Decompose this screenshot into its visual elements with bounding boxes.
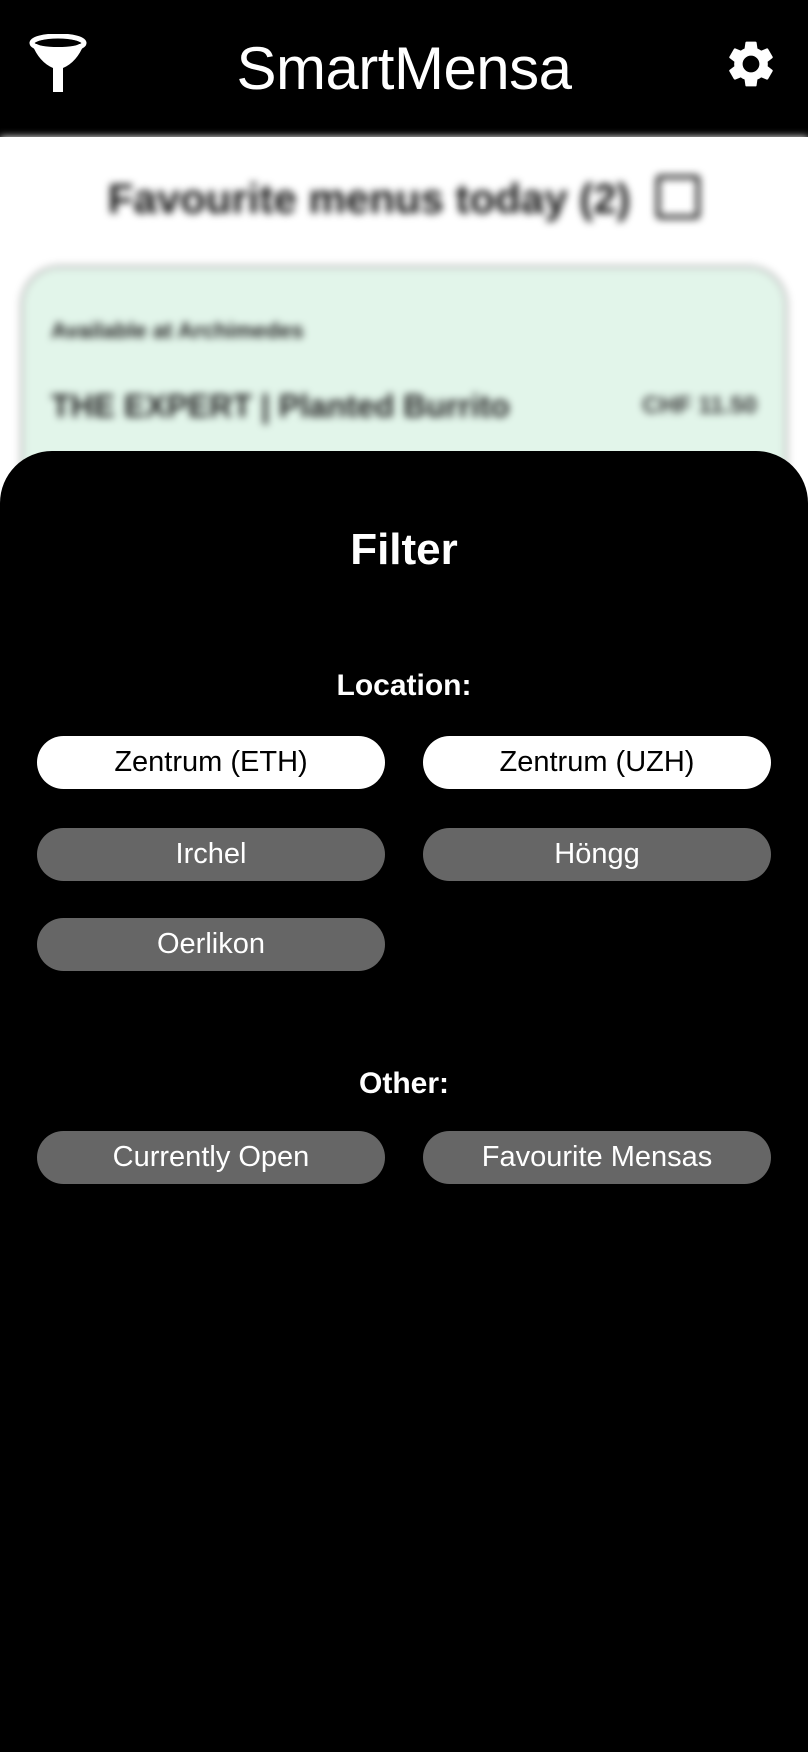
- background-content: Favourite menus today (2) Available at A…: [0, 137, 808, 525]
- app-title: SmartMensa: [236, 35, 572, 102]
- menu-name: THE EXPERT | Planted Burrito: [51, 388, 510, 424]
- chip-zentrum-uzh[interactable]: Zentrum (UZH): [423, 736, 771, 789]
- other-label: Other:: [359, 1067, 449, 1100]
- chip-hoengg[interactable]: Höngg: [423, 828, 771, 881]
- app-bar: SmartMensa: [0, 0, 808, 137]
- menu-availability: Available at Archimedes: [51, 318, 304, 343]
- filter-button[interactable]: [27, 32, 89, 96]
- chip-zentrum-eth[interactable]: Zentrum (ETH): [37, 736, 385, 789]
- settings-button[interactable]: [722, 34, 780, 94]
- favourites-heading: Favourite menus today (2): [0, 175, 808, 223]
- chip-currently-open[interactable]: Currently Open: [37, 1131, 385, 1184]
- screen: SmartMensa Favourite menus today (2) Ava…: [0, 0, 808, 1752]
- filter-title: Filter: [350, 525, 458, 574]
- chip-irchel[interactable]: Irchel: [37, 828, 385, 881]
- gear-icon: [729, 41, 773, 87]
- chip-oerlikon[interactable]: Oerlikon: [37, 918, 385, 971]
- favourites-heading-text: Favourite menus today (2): [107, 175, 631, 222]
- filter-funnel-icon: [29, 34, 87, 92]
- menu-price: CHF 11.50: [642, 392, 757, 419]
- edit-icon: [656, 175, 701, 219]
- chip-favourite-mensas[interactable]: Favourite Mensas: [423, 1131, 771, 1184]
- location-label: Location:: [336, 669, 472, 702]
- filter-sheet: Filter Location: Zentrum (ETH) Zentrum (…: [0, 451, 808, 1752]
